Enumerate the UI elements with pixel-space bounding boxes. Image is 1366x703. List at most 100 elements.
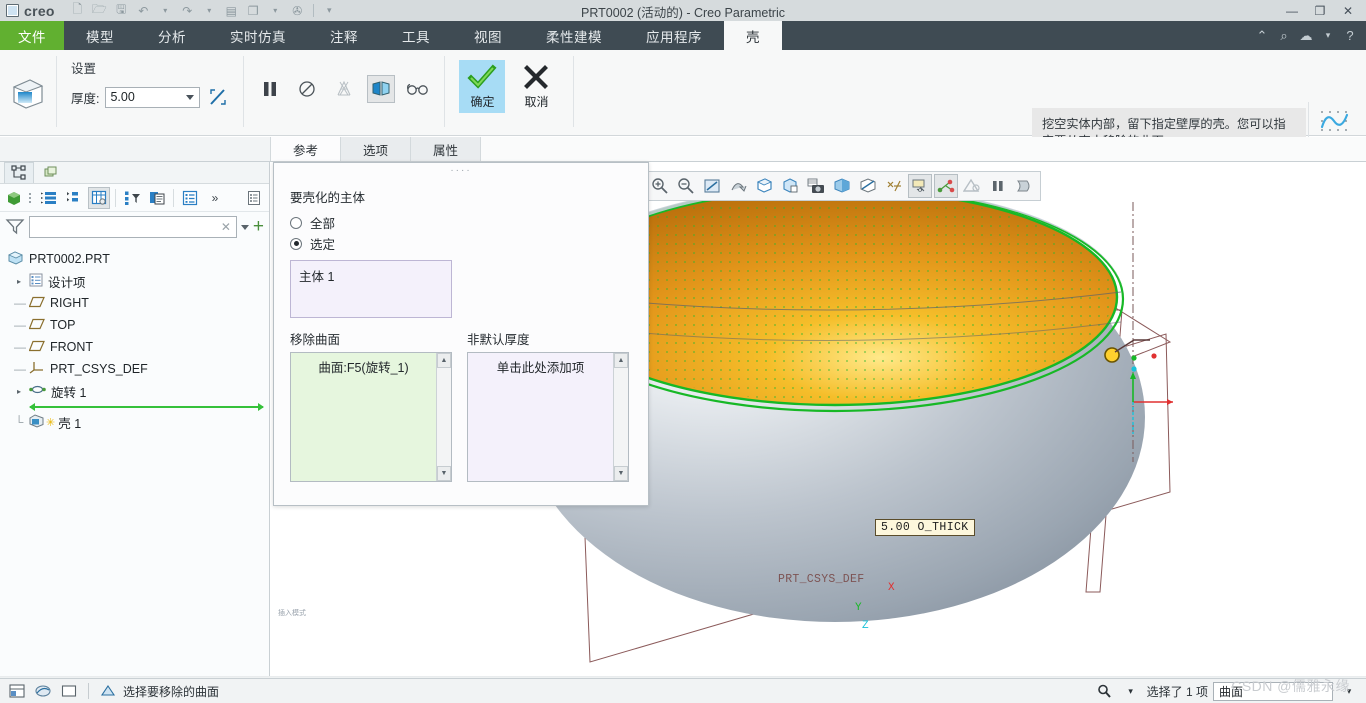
redo-dropdown-icon[interactable]: ▾ <box>200 1 219 20</box>
tab-view[interactable]: 视图 <box>452 21 524 50</box>
nondefault-thickness-listbox[interactable]: 单击此处添加项 ▲ ▼ <box>467 352 629 482</box>
cancel-button[interactable]: 取消 <box>513 60 559 113</box>
pause-feature-icon[interactable] <box>256 75 284 103</box>
radio-selected[interactable] <box>290 237 302 250</box>
zoom-in-icon[interactable] <box>648 174 672 198</box>
tab-references[interactable]: 参考 <box>270 137 342 161</box>
thickness-combo[interactable]: 5.00 <box>105 86 201 108</box>
tab-live-simulation[interactable]: 实时仿真 <box>208 21 308 50</box>
tree-columns-icon[interactable] <box>88 186 110 209</box>
layer-tree-tab[interactable] <box>36 162 66 183</box>
tree-search-input[interactable]: ✕ <box>29 216 237 238</box>
tab-properties[interactable]: 属性 <box>411 137 482 161</box>
view-manager-icon[interactable] <box>804 174 828 198</box>
selected-body-item[interactable]: 主体 1 <box>299 266 443 285</box>
nondefault-thickness-items[interactable]: 单击此处添加项 <box>468 353 613 481</box>
saved-orientations-icon[interactable] <box>778 174 802 198</box>
tab-options[interactable]: 选项 <box>341 137 412 161</box>
ribbon-tab-bar[interactable]: 文件 模型 分析 实时仿真 注释 工具 视图 柔性建模 应用程序 壳 ⌃ ⌕ ☁… <box>0 21 1366 50</box>
tree-item-revolve[interactable]: ▸ 旋转 1 <box>0 380 269 402</box>
scroll-down-icon[interactable]: ▼ <box>614 466 628 481</box>
redo-icon[interactable]: ↷ <box>178 1 197 20</box>
statusbar-right[interactable]: ▾ 选择了 1 项 曲面 ▾ <box>1093 681 1360 701</box>
new-file-icon[interactable]: 🗋 <box>68 1 87 20</box>
render-icon[interactable] <box>1012 174 1036 198</box>
undo-icon[interactable]: ↶ <box>134 1 153 20</box>
spin-center-toggle-icon[interactable] <box>934 174 958 198</box>
viewport-toolbar[interactable] <box>643 171 1041 201</box>
show-items-icon[interactable] <box>4 187 26 209</box>
dialog-drag-handle[interactable]: ···· <box>274 163 648 177</box>
shaded-preview-icon[interactable] <box>367 75 396 103</box>
quick-access-toolbar[interactable]: creo 🗋 🗁 🖫 ↶ ▾ ↷ ▾ ▤ ❐ ▾ ✇ ▾ <box>0 0 339 21</box>
ok-button[interactable]: 确定 <box>459 60 506 113</box>
qat-more-icon[interactable]: ▾ <box>320 1 339 20</box>
pause-view-icon[interactable] <box>986 174 1010 198</box>
tab-applications[interactable]: 应用程序 <box>624 21 724 50</box>
window-state-icon[interactable] <box>58 681 80 701</box>
chevron-down-icon[interactable] <box>186 94 195 100</box>
window-controls[interactable]: — ❐ ✕ <box>1278 0 1362 21</box>
model-tree-tab[interactable] <box>4 162 34 183</box>
model-tree[interactable]: PRT0002.PRT ▸ 设计项 — RIGHT — TOP — FRONT … <box>0 242 269 433</box>
removed-surface-item[interactable]: 曲面:F5(旋转_1) <box>297 357 430 376</box>
tree-settings-icon[interactable] <box>179 187 201 209</box>
tab-flexible-modeling[interactable]: 柔性建模 <box>524 21 624 50</box>
expand-all-icon[interactable] <box>38 187 60 209</box>
tree-item-front-plane[interactable]: — FRONT <box>0 336 269 358</box>
tree-item-right-plane[interactable]: — RIGHT <box>0 292 269 314</box>
account-icon[interactable]: ☁ <box>1296 28 1316 44</box>
spin-center-icon[interactable] <box>726 174 750 198</box>
tree-item-shell[interactable]: └ ✳ 壳 1 <box>0 411 269 433</box>
shell-references-dialog[interactable]: ···· 要壳化的主体 全部 选定 主体 1 移除曲面 曲面:F5(旋转_1) … <box>273 162 649 506</box>
radio-all[interactable] <box>290 216 302 229</box>
tab-analysis[interactable]: 分析 <box>136 21 208 50</box>
close-window-icon[interactable]: ✇ <box>288 1 307 20</box>
restore-button[interactable]: ❐ <box>1306 0 1334 21</box>
selection-filter-dropdown-icon[interactable]: ▾ <box>1338 681 1360 701</box>
selected-bodies-list[interactable]: 主体 1 <box>290 260 452 318</box>
minimize-button[interactable]: — <box>1278 0 1306 21</box>
search-dropdown-icon[interactable] <box>240 224 249 230</box>
removed-surfaces-scrollbar[interactable]: ▲ ▼ <box>436 353 451 481</box>
scroll-up-icon[interactable]: ▲ <box>614 353 628 368</box>
tree-filter-icon[interactable] <box>121 187 143 209</box>
tab-file[interactable]: 文件 <box>0 21 64 50</box>
selection-search-icon[interactable] <box>1093 681 1115 701</box>
expander-icon[interactable]: ▸ <box>14 387 24 396</box>
tree-copy-icon[interactable] <box>146 187 168 209</box>
nondefault-thickness-scrollbar[interactable]: ▲ ▼ <box>613 353 628 481</box>
tree-item-csys[interactable]: — PRT_CSYS_DEF <box>0 358 269 380</box>
search-icon[interactable]: ⌕ <box>1274 28 1294 44</box>
account-dropdown-icon[interactable]: ▾ <box>1318 30 1338 41</box>
clear-search-icon[interactable]: ✕ <box>221 220 231 234</box>
no-preview-icon[interactable] <box>293 75 321 103</box>
selection-dropdown-icon[interactable]: ▾ <box>1120 681 1142 701</box>
quick-sketch-icon[interactable] <box>32 681 54 701</box>
scroll-up-icon[interactable]: ▲ <box>437 353 451 368</box>
removed-surfaces-listbox[interactable]: 曲面:F5(旋转_1) ▲ ▼ <box>290 352 452 482</box>
tab-model[interactable]: 模型 <box>64 21 136 50</box>
removed-surfaces-items[interactable]: 曲面:F5(旋转_1) <box>291 353 436 481</box>
tree-filter-row[interactable]: ✕ + <box>0 212 269 242</box>
funnel-icon[interactable] <box>5 217 25 238</box>
radio-all-row[interactable]: 全部 <box>290 212 632 233</box>
add-filter-icon[interactable]: + <box>253 217 264 236</box>
insert-here-indicator[interactable] <box>0 402 269 411</box>
tree-panel-tabs[interactable] <box>0 162 269 184</box>
collapse-ribbon-icon[interactable]: ⌃ <box>1252 28 1272 44</box>
tree-overflow-icon[interactable]: » <box>204 187 226 209</box>
selection-filter-field[interactable]: 曲面 <box>1213 681 1333 701</box>
undo-dropdown-icon[interactable]: ▾ <box>156 1 175 20</box>
tab-annotate[interactable]: 注释 <box>308 21 380 50</box>
tab-tools[interactable]: 工具 <box>380 21 452 50</box>
tree-item-part[interactable]: PRT0002.PRT <box>0 248 269 270</box>
window-dropdown-icon[interactable]: ▾ <box>266 1 285 20</box>
named-view-icon[interactable] <box>752 174 776 198</box>
collapse-all-icon[interactable] <box>63 187 85 209</box>
tree-item-top-plane[interactable]: — TOP <box>0 314 269 336</box>
tree-options-dots-icon[interactable] <box>29 189 35 207</box>
save-icon[interactable]: 🖫 <box>112 1 131 20</box>
tree-notes-icon[interactable] <box>243 187 265 209</box>
display-style-icon[interactable] <box>830 174 854 198</box>
